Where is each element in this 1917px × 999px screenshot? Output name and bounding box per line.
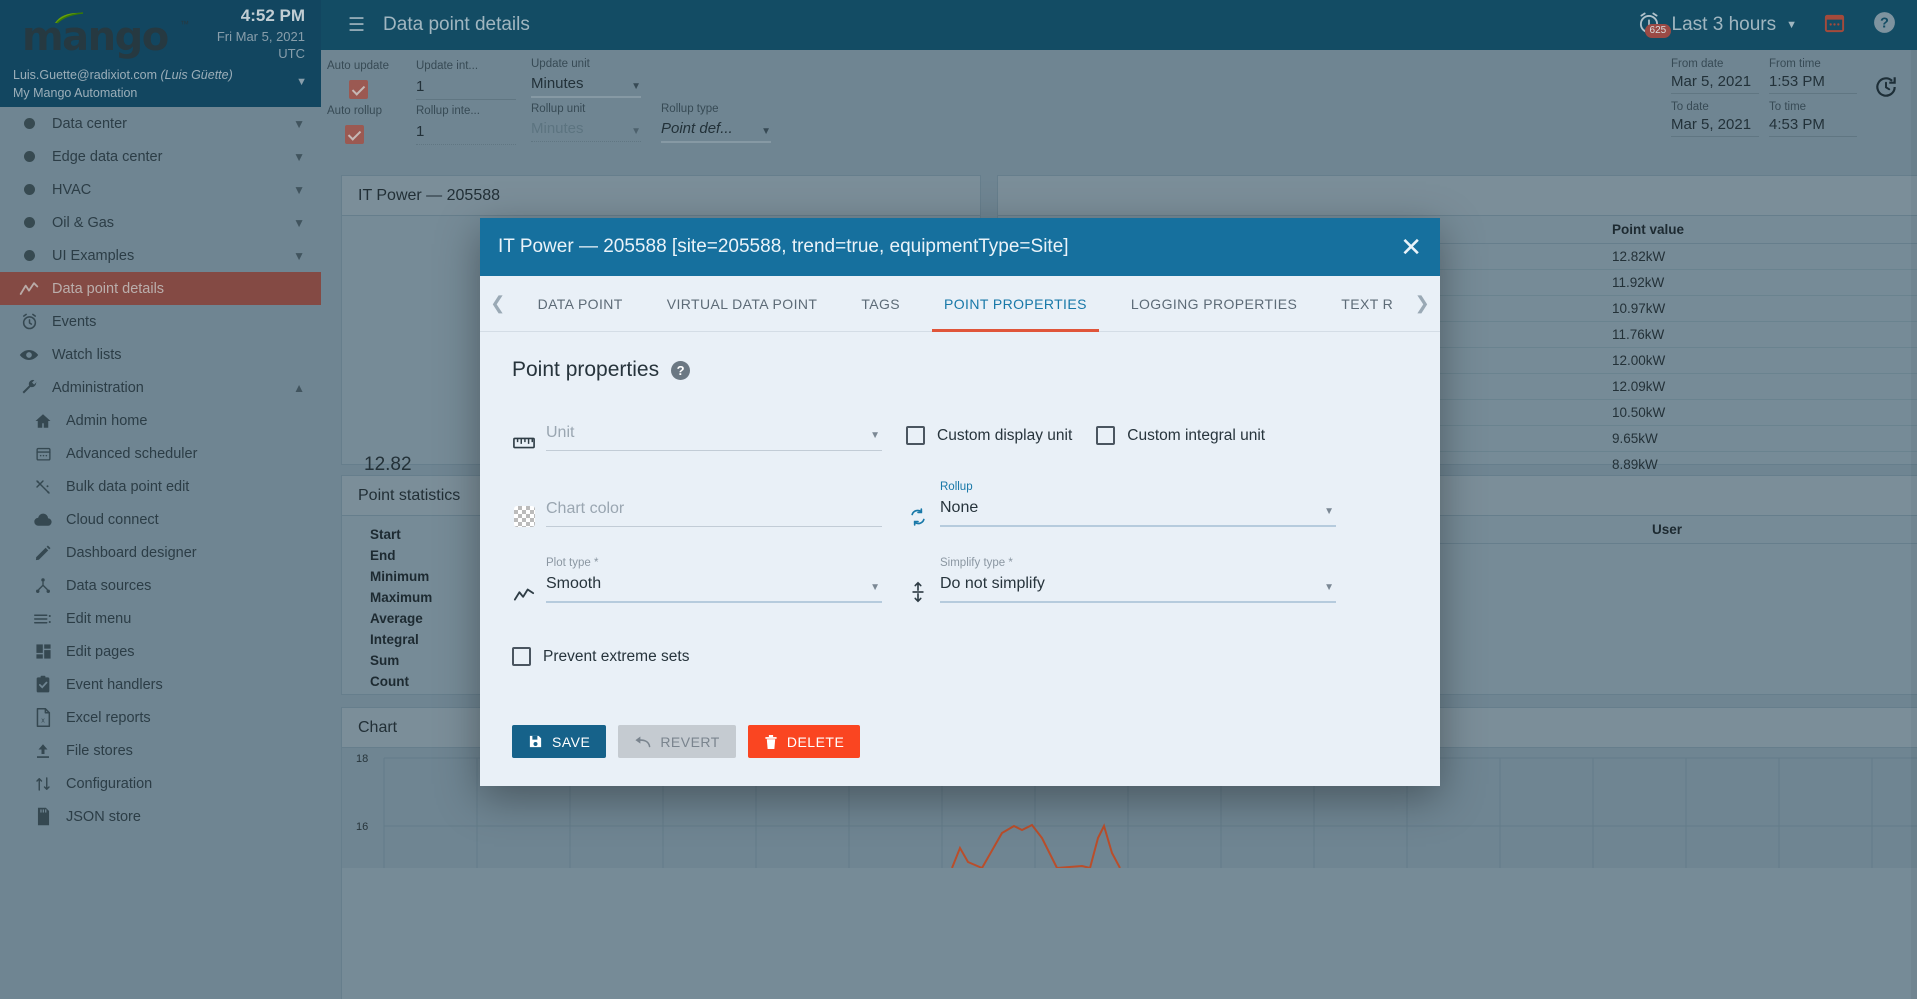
- point-properties-dialog: IT Power — 205588 [site=205588, trend=tr…: [480, 218, 1440, 786]
- revert-button[interactable]: REVERT: [618, 725, 736, 758]
- rollup-field[interactable]: Rollup None ▼: [906, 481, 1336, 527]
- save-disk-icon: [529, 735, 542, 748]
- prevent-extreme-sets-row[interactable]: Prevent extreme sets: [512, 647, 1408, 666]
- delete-button-label: DELETE: [786, 733, 845, 750]
- plot-type-field[interactable]: Plot type * Smooth ▼: [512, 557, 882, 603]
- chevron-down-icon[interactable]: ▼: [1324, 582, 1334, 593]
- save-button[interactable]: SAVE: [512, 725, 607, 758]
- custom-integral-unit-checkbox[interactable]: [1096, 426, 1116, 445]
- chevron-down-icon[interactable]: ▼: [870, 582, 880, 593]
- undo-arrow-icon: [635, 736, 651, 748]
- chart-color-field[interactable]: Chart color: [512, 500, 882, 527]
- help-icon[interactable]: ?: [671, 360, 691, 380]
- unit-input[interactable]: Unit: [546, 424, 882, 451]
- dialog-header: IT Power — 205588 [site=205588, trend=tr…: [480, 218, 1440, 276]
- tab-point-properties[interactable]: POINT PROPERTIES: [922, 276, 1109, 332]
- ruler-icon: [512, 435, 536, 451]
- simplify-icon: [906, 581, 930, 603]
- simplify-type-label: Simplify type *: [940, 557, 1013, 569]
- chevron-down-icon[interactable]: ▼: [870, 430, 880, 441]
- tabs-next-arrow[interactable]: ❯: [1404, 293, 1440, 314]
- custom-integral-unit-row[interactable]: Custom integral unit: [1096, 426, 1265, 445]
- rollup-label: Rollup: [940, 481, 973, 493]
- chevron-down-icon[interactable]: ▼: [1324, 506, 1334, 517]
- plot-type-label: Plot type *: [546, 557, 599, 569]
- trash-icon: [765, 734, 777, 749]
- tab-logging-properties[interactable]: LOGGING PROPERTIES: [1109, 276, 1319, 332]
- simplify-type-field[interactable]: Simplify type * Do not simplify ▼: [906, 557, 1336, 603]
- dialog-title: IT Power — 205588 [site=205588, trend=tr…: [498, 236, 1069, 257]
- delete-button[interactable]: DELETE: [747, 725, 861, 758]
- custom-display-unit-checkbox[interactable]: [906, 426, 925, 445]
- tabs-prev-arrow[interactable]: ❮: [480, 293, 516, 314]
- tab-text-r[interactable]: TEXT R: [1319, 276, 1404, 332]
- section-title: Point properties: [512, 358, 660, 381]
- dialog-tabs: ❮ DATA POINT VIRTUAL DATA POINT TAGS POINT …: [480, 276, 1440, 332]
- rollup-refresh-icon: [906, 507, 930, 527]
- plot-type-select[interactable]: Smooth: [546, 575, 882, 603]
- prevent-extreme-sets-label: Prevent extreme sets: [543, 647, 690, 665]
- prevent-extreme-sets-checkbox[interactable]: [512, 647, 531, 666]
- section-header: Point properties ?: [512, 358, 1408, 382]
- tab-data-point[interactable]: DATA POINT: [516, 276, 645, 332]
- custom-integral-unit-label: Custom integral unit: [1127, 426, 1266, 444]
- close-icon[interactable]: ✕: [1400, 234, 1422, 260]
- rollup-select[interactable]: None: [940, 499, 1336, 527]
- save-button-label: SAVE: [552, 733, 591, 750]
- trend-line-icon: [512, 587, 536, 603]
- tab-virtual-data-point[interactable]: VIRTUAL DATA POINT: [645, 276, 840, 332]
- dialog-body: Point properties ? Unit ▼ Custom display…: [480, 332, 1440, 725]
- chart-color-input[interactable]: Chart color: [546, 500, 882, 527]
- custom-display-unit-label: Custom display unit: [937, 426, 1073, 444]
- dialog-actions: SAVE REVERT DELETE: [480, 725, 1440, 786]
- simplify-type-select[interactable]: Do not simplify: [940, 575, 1336, 603]
- custom-display-unit-row[interactable]: Custom display unit: [906, 426, 1072, 445]
- tab-tags[interactable]: TAGS: [839, 276, 922, 332]
- color-swatch-icon[interactable]: [512, 506, 536, 527]
- unit-field[interactable]: Unit ▼: [512, 424, 882, 451]
- tabs-host: DATA POINT VIRTUAL DATA POINT TAGS POINT PR…: [516, 276, 1405, 332]
- revert-button-label: REVERT: [660, 733, 720, 750]
